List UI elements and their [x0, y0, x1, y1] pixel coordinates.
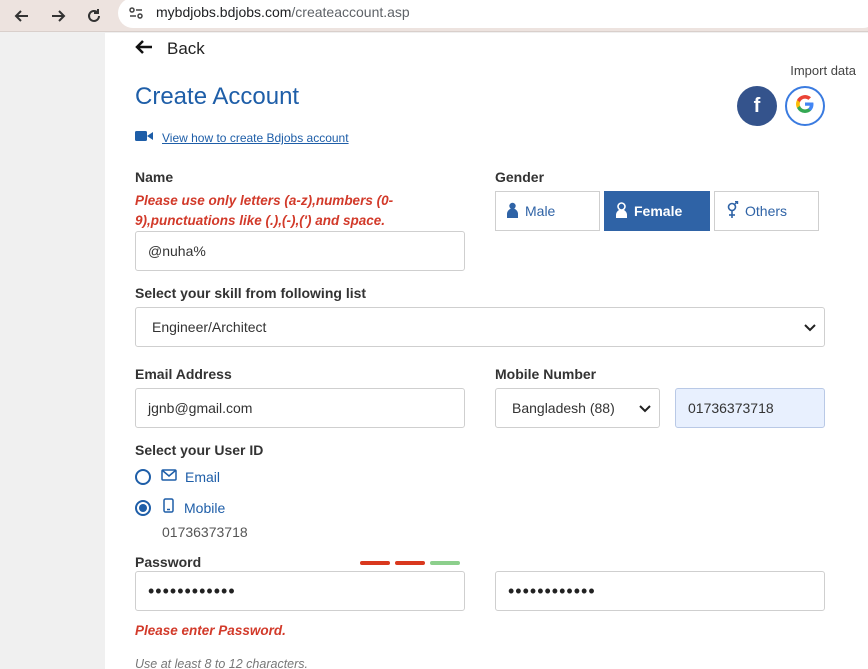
userid-email-label: Email: [185, 469, 221, 485]
back-label: Back: [167, 39, 205, 58]
strength-segment-3: [430, 561, 460, 565]
gender-label: Gender: [495, 169, 545, 185]
page-title: Create Account: [135, 83, 300, 110]
import-data-label: Import data: [790, 63, 856, 78]
female-icon: [615, 201, 628, 221]
gender-others-label: Others: [745, 203, 788, 219]
gender-female-button[interactable]: Female: [604, 191, 710, 231]
email-input-value: jgnb@gmail.com: [148, 400, 253, 416]
skill-select[interactable]: Engineer/Architect: [135, 307, 825, 347]
video-camera-icon: [135, 129, 153, 147]
facebook-import-button[interactable]: f: [737, 86, 777, 126]
envelope-icon: [161, 468, 177, 486]
name-input[interactable]: @nuha%: [135, 231, 465, 271]
gender-male-label: Male: [525, 203, 556, 219]
chevron-down-icon: [639, 400, 651, 416]
video-help-link[interactable]: View how to create Bdjobs account: [135, 129, 349, 147]
password-hint: Use at least 8 to 12 characters.: [135, 657, 309, 669]
skill-label: Select your skill from following list: [135, 285, 367, 301]
country-code-select[interactable]: Bangladesh (88): [495, 388, 660, 428]
gender-others-icon: [725, 200, 739, 222]
email-label: Email Address: [135, 366, 232, 382]
name-label: Name: [135, 169, 174, 185]
google-icon: [794, 93, 816, 120]
gender-others-button[interactable]: Others: [714, 191, 819, 231]
password-label: Password: [135, 554, 202, 570]
userid-email-option[interactable]: Email: [135, 468, 220, 486]
reload-icon[interactable]: [82, 4, 106, 28]
userid-mobile-value: 01736373718: [162, 524, 248, 540]
email-input[interactable]: jgnb@gmail.com: [135, 388, 465, 428]
mobile-number-value: 01736373718: [688, 400, 774, 416]
userid-label: Select your User ID: [135, 442, 264, 458]
google-import-button[interactable]: [785, 86, 825, 126]
password-input[interactable]: ••••••••••••: [135, 571, 465, 611]
password-error: Please enter Password.: [135, 623, 286, 638]
gender-male-button[interactable]: Male: [495, 191, 600, 231]
gender-female-label: Female: [634, 203, 683, 219]
video-link-text[interactable]: View how to create Bdjobs account: [162, 131, 349, 145]
userid-mobile-label: Mobile: [184, 500, 226, 516]
left-arrow-icon: [135, 39, 153, 59]
password-strength-meter: [360, 561, 460, 565]
url-text: mybdjobs.bdjobs.com/createaccount.asp: [156, 4, 410, 20]
country-code-value: Bangladesh (88): [512, 400, 615, 416]
url-host: mybdjobs.bdjobs.com: [156, 4, 292, 20]
confirm-password-input-value: ••••••••••••: [508, 580, 596, 601]
password-input-value: ••••••••••••: [148, 580, 236, 601]
chevron-down-icon: [804, 319, 816, 335]
userid-mobile-option[interactable]: Mobile: [135, 498, 225, 518]
create-account-page: Back Import data f Create Account View h…: [105, 33, 868, 669]
browser-forward-icon[interactable]: [46, 4, 70, 28]
browser-toolbar: mybdjobs.bdjobs.com/createaccount.asp: [0, 0, 868, 32]
browser-back-icon[interactable]: [10, 4, 34, 28]
name-input-value: @nuha%: [148, 243, 206, 259]
male-icon: [506, 202, 519, 221]
confirm-password-input[interactable]: ••••••••••••: [495, 571, 825, 611]
url-path: /createaccount.asp: [291, 4, 410, 20]
facebook-icon: f: [753, 94, 761, 117]
strength-segment-2: [395, 561, 425, 565]
name-error: Please use only letters (a-z),numbers (0…: [135, 193, 394, 228]
strength-segment-1: [360, 561, 390, 565]
mobile-phone-icon: [163, 498, 174, 518]
userid-email-radio[interactable]: [135, 469, 151, 485]
userid-mobile-radio[interactable]: [135, 500, 151, 516]
address-bar[interactable]: mybdjobs.bdjobs.com/createaccount.asp: [118, 0, 868, 28]
mobile-number-input[interactable]: 01736373718: [675, 388, 825, 428]
skill-select-value: Engineer/Architect: [152, 319, 267, 335]
mobile-label: Mobile Number: [495, 366, 597, 382]
back-link[interactable]: Back: [135, 39, 205, 59]
site-settings-icon[interactable]: [128, 5, 144, 21]
